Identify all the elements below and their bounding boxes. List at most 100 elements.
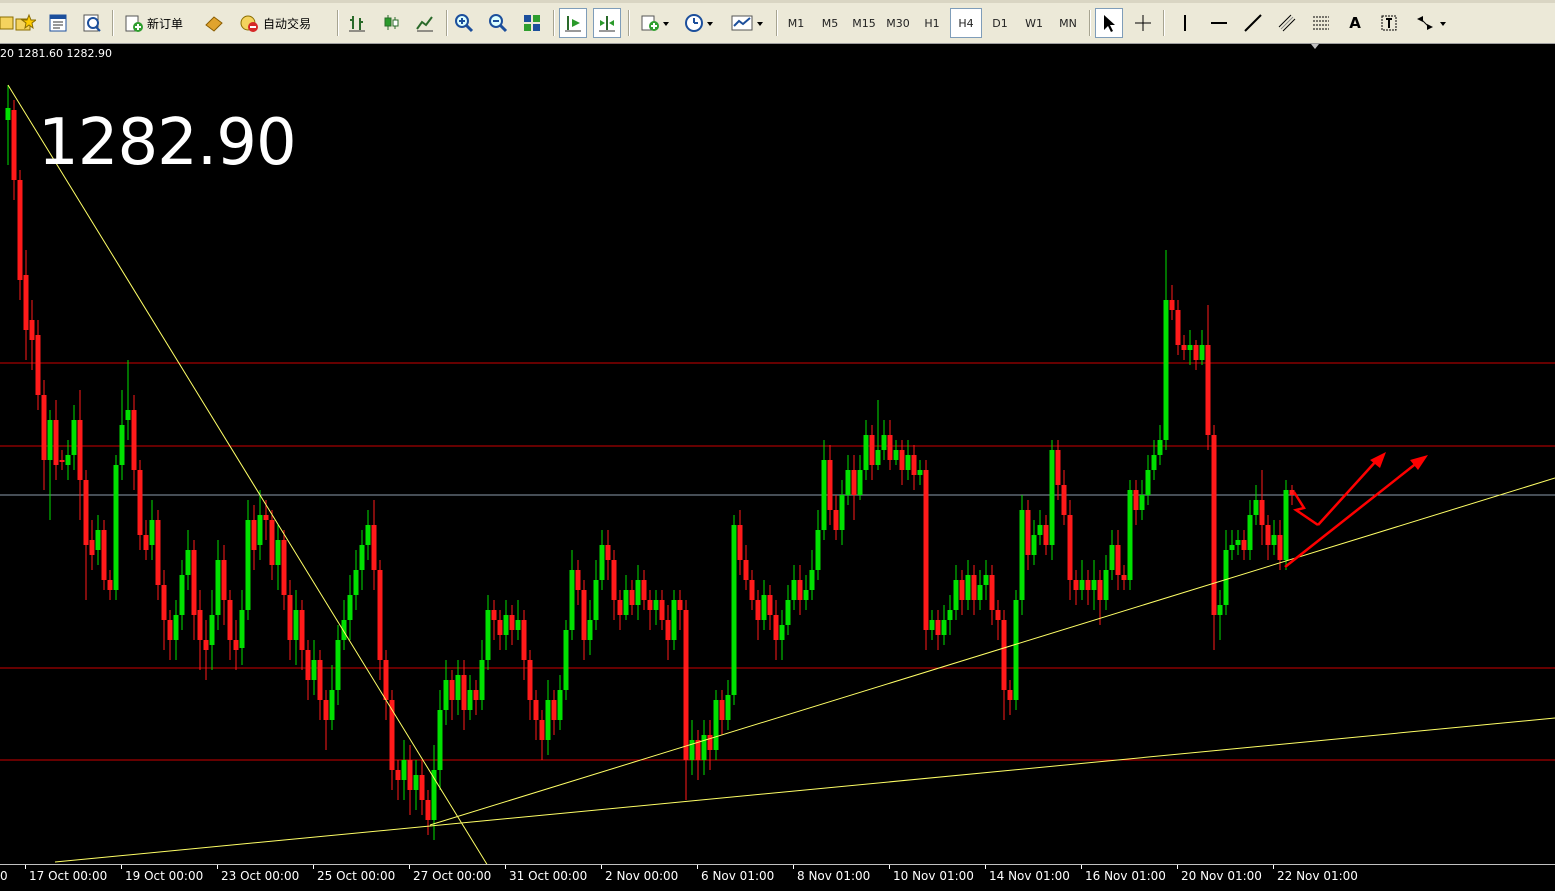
candle-body [203, 640, 209, 650]
time-tick: 16 Nov 01:00 [1081, 865, 1166, 883]
text-tool-button[interactable]: A [1342, 9, 1368, 37]
time-tick: 20 Nov 01:00 [1177, 865, 1262, 883]
candle-body [485, 610, 491, 660]
candle-body [341, 620, 347, 640]
candle-body [437, 710, 443, 770]
bar-chart-icon[interactable] [344, 9, 370, 37]
text-label-icon[interactable] [1376, 9, 1402, 37]
crosshair-icon[interactable] [1130, 9, 1156, 37]
zoom-out-icon[interactable] [485, 9, 511, 37]
time-tick: 8 Nov 01:00 [792, 865, 871, 883]
auto-scroll-icon[interactable] [559, 8, 587, 38]
candle-body [347, 595, 353, 620]
candle-body [461, 675, 467, 710]
cursor-icon[interactable] [1095, 8, 1123, 38]
fibonacci-icon[interactable] [1308, 9, 1334, 37]
candle-body [635, 580, 641, 605]
candle-body [47, 420, 53, 460]
candle-body [1109, 545, 1115, 570]
candle-body [371, 525, 377, 570]
candle-body [35, 335, 41, 395]
candle-body [131, 410, 137, 470]
period-h1[interactable]: H1 [917, 9, 947, 37]
current-price-label: 1282.90 [38, 106, 297, 180]
candle-body [5, 108, 11, 120]
favorites-icon[interactable] [12, 9, 38, 37]
candle-body [1115, 545, 1121, 575]
candle-body [377, 570, 383, 660]
period-m30[interactable]: M30 [883, 9, 913, 37]
new-order-button[interactable]: 新订单 [120, 9, 187, 37]
candle-body [665, 620, 671, 640]
zoom-in-icon[interactable] [451, 9, 477, 37]
toolbar-separator [112, 10, 114, 36]
equidistant-channel-icon[interactable] [1274, 9, 1300, 37]
periods-dropdown[interactable] [681, 9, 717, 37]
candle-body [509, 615, 515, 630]
candle-body [407, 760, 413, 790]
candle-body [125, 410, 131, 420]
auto-trading-button[interactable]: 自动交易 [234, 9, 315, 37]
period-m1[interactable]: M1 [781, 9, 811, 37]
time-tick: 14 Nov 01:00 [985, 865, 1070, 883]
candle-body [1091, 580, 1097, 590]
period-w1[interactable]: W1 [1019, 9, 1049, 37]
candle-body [557, 690, 563, 720]
time-tick: 23 Oct 00:00 [216, 865, 300, 883]
tile-windows-icon[interactable] [519, 9, 545, 37]
candle-body [305, 650, 311, 680]
templates-dropdown[interactable] [727, 9, 767, 37]
chart-shift-icon[interactable] [593, 8, 621, 38]
candle-body [179, 575, 185, 615]
period-m15[interactable]: M15 [849, 9, 879, 37]
candle-body [473, 690, 479, 700]
arrows-dropdown[interactable] [1410, 9, 1450, 37]
period-d1[interactable]: D1 [985, 9, 1015, 37]
candle-body [425, 800, 431, 820]
candle-body [53, 420, 59, 465]
candle-body [797, 580, 803, 600]
candle-body [1247, 515, 1253, 550]
candle-body [1085, 580, 1091, 590]
candle-body [269, 520, 275, 565]
metaeditor-icon[interactable] [201, 9, 227, 37]
horizontal-line-icon[interactable] [1206, 9, 1232, 37]
candle-body [821, 460, 827, 530]
candle-body [1019, 510, 1025, 600]
time-tick: 22 Nov 01:00 [1273, 865, 1358, 883]
candle-body [215, 560, 221, 615]
candle-body [587, 620, 593, 640]
toolbar-separator [446, 10, 448, 36]
candle-body [659, 600, 665, 620]
candle-body [737, 525, 743, 560]
period-mn[interactable]: MN [1053, 9, 1083, 37]
candle-body [881, 435, 887, 450]
candle-body [575, 570, 581, 590]
period-m5[interactable]: M5 [815, 9, 845, 37]
ohlc-readout: 20 1281.60 1282.90 [0, 47, 112, 60]
candle-body [563, 630, 569, 690]
candle-body [743, 560, 749, 580]
candle-body [869, 435, 875, 465]
candle-body [263, 515, 269, 520]
candle-body [383, 660, 389, 700]
line-chart-icon[interactable] [412, 9, 438, 37]
time-tick: 25 Oct 00:00 [312, 865, 396, 883]
navigator-icon[interactable] [79, 9, 105, 37]
candlestick-chart-icon[interactable] [378, 9, 404, 37]
menu-strip [0, 0, 1555, 3]
trendline-icon[interactable] [1240, 9, 1266, 37]
vertical-line-icon[interactable] [1172, 9, 1198, 37]
candle-body [581, 590, 587, 640]
candle-body [875, 450, 881, 465]
indicators-dropdown[interactable] [637, 9, 673, 37]
candle-body [749, 580, 755, 600]
period-h4[interactable]: H4 [950, 8, 982, 38]
candle-body [143, 535, 149, 550]
candle-body [713, 700, 719, 750]
candle-body [257, 515, 263, 545]
market-watch-icon[interactable] [45, 9, 71, 37]
candle-body [335, 640, 341, 690]
candle-body [599, 545, 605, 580]
candle-body [833, 510, 839, 530]
